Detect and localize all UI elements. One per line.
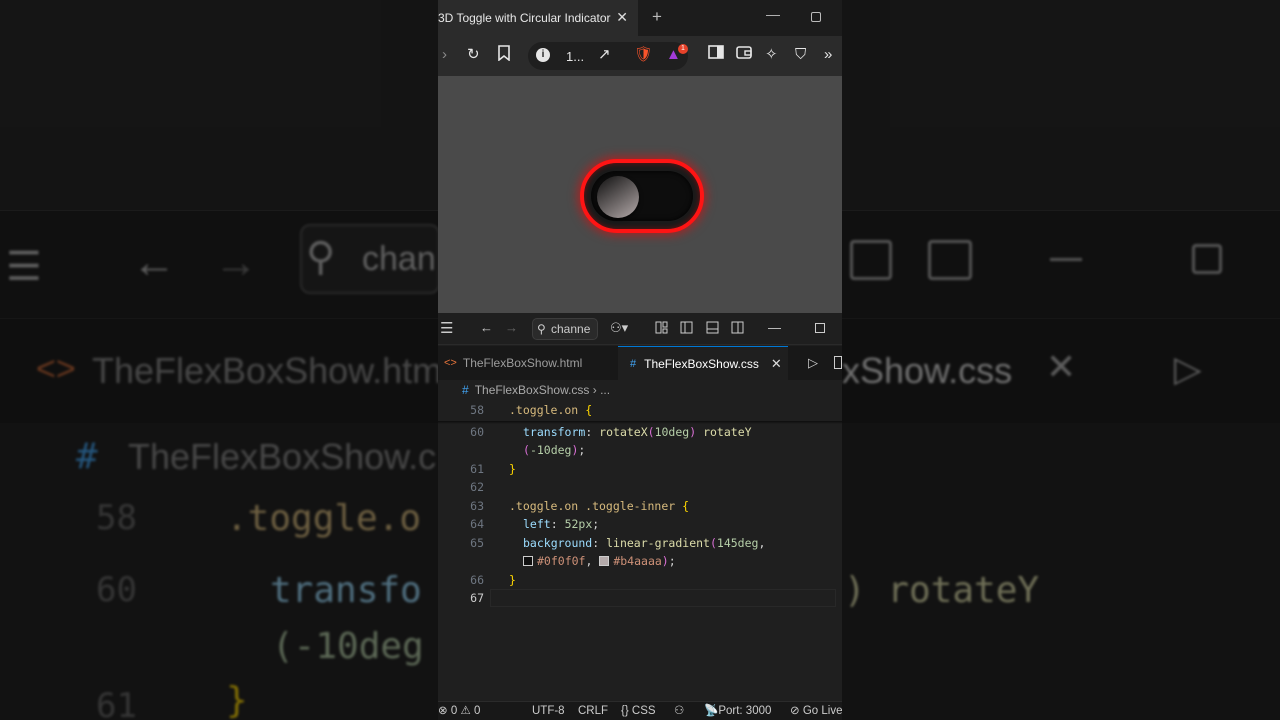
tab-title: 3D Toggle with Circular Indicator [438,11,611,25]
line-number: 62 [470,480,484,494]
line-number: 67 [470,591,484,605]
code-line-58: .toggle.on { [509,403,593,417]
toggle-secondary-sidebar-icon[interactable] [731,321,744,338]
search-text: channe [551,322,591,336]
line-number: 58 [470,403,484,417]
line-number: 61 [470,462,484,476]
info-icon: i [536,48,550,62]
css-file-icon: # [462,383,469,397]
html-file-icon: <> [444,357,457,369]
broadcast-icon: 📡 [704,705,719,717]
vpn-icon[interactable]: ⛉ [795,45,806,65]
code-line-60: transform: rotateX(10deg) rotateY [523,425,752,439]
screen: ☰ ← → ⚲ chan <> TheFlexBoxShow.htm xShow… [0,0,1280,720]
code-line-66: } [509,573,516,587]
css-file-icon: # [630,357,637,370]
brave-shield-icon[interactable]: 🛡 [634,45,653,65]
new-tab-button[interactable]: + [652,7,662,27]
vscode-titlebar: ☰ ← → ⚲ channe ⚇▾ — [438,313,842,345]
code-line-65: background: linear-gradient(145deg, [523,536,766,550]
tab-html-label: TheFlexBoxShow.html [462,356,583,370]
forward-icon[interactable]: › [442,45,447,65]
wallet-icon[interactable] [736,45,752,65]
minimize-icon[interactable]: — [766,6,780,22]
toggle-sidebar-icon[interactable] [680,321,693,338]
code-line-63: .toggle.on .toggle-inner { [509,499,690,513]
editor-tabs: <> TheFlexBoxShow.html # TheFlexBoxShow.… [438,346,842,380]
breadcrumb-chevron-icon: › [592,383,601,397]
color-swatch[interactable] [523,556,533,566]
line-number: 64 [470,517,484,531]
command-search[interactable]: ⚲ channe [532,318,598,340]
problems-indicator[interactable]: ⊗ 0 ⚠ 0 [438,702,480,720]
breadcrumb-file: TheFlexBoxShow.css [474,383,590,397]
search-icon: ⚲ [537,322,546,336]
maximize-icon[interactable] [815,323,825,333]
bookmark-icon[interactable] [497,45,511,67]
copilot-status-icon[interactable]: ⚇ [674,702,684,720]
notification-badge: 1 [678,44,688,54]
browser-titlebar: 3D Toggle with Circular Indicator ✕ + — [438,0,842,36]
more-chevron-icon[interactable]: » [824,45,832,65]
breadcrumb-more: ... [600,383,611,397]
warning-icon: ⚠ [460,705,471,717]
toggle-knob[interactable] [597,176,639,218]
line-number: 60 [470,425,484,439]
eol-indicator[interactable]: CRLF [578,702,608,720]
go-live-button[interactable]: ⊘ Go Live [790,702,842,720]
maximize-icon[interactable] [811,12,821,22]
page-viewport [438,76,842,313]
line-number: 65 [470,536,484,550]
minimize-icon[interactable]: — [768,320,781,336]
browser-toolbar: › ↻ i 1... ↗ 🛡 ▲ 1 ✧ ⛉ » [438,36,842,76]
current-line-highlight [490,589,836,607]
line-number: 66 [470,573,484,587]
reload-icon[interactable]: ↻ [467,45,480,65]
split-editor-icon[interactable] [834,356,842,369]
screen-panel: 3D Toggle with Circular Indicator ✕ + — … [438,0,842,720]
back-icon[interactable]: ← [480,320,493,336]
run-icon[interactable]: ▷ [808,355,818,371]
live-icon: ⊘ [790,705,800,717]
braces-icon: {} [621,705,629,717]
code-editor[interactable]: 58 .toggle.on { 60 transform: rotateX(10… [438,401,842,701]
breadcrumb[interactable]: # TheFlexBoxShow.css › ... [438,380,842,400]
address-text: 1... [566,49,585,64]
code-line-60-wrap: (-10deg); [523,443,586,457]
tab-css-file[interactable]: # TheFlexBoxShow.css ✕ [618,346,788,380]
customize-layout-icon[interactable] [655,321,668,338]
code-line-61: } [509,462,516,476]
code-line-65-wrap: #0f0f0f, #b4aaaa); [523,554,676,568]
toggle-panel-icon[interactable] [706,321,719,338]
tab-close-icon[interactable]: ✕ [616,9,628,26]
toggle-track [591,171,693,221]
color-swatch[interactable] [599,556,610,566]
status-bar: ⊗ 0 ⚠ 0 UTF-8 CRLF {} CSS ⚇ 📡Port: 3000 … [438,701,842,720]
browser-tab[interactable]: 3D Toggle with Circular Indicator ✕ [438,0,638,36]
menu-icon[interactable]: ☰ [440,321,453,337]
line-number: 63 [470,499,484,513]
share-icon[interactable]: ↗ [598,45,611,65]
error-icon: ⊗ [438,705,448,717]
forward-icon[interactable]: → [505,320,518,336]
toggle-switch[interactable] [580,159,704,233]
encoding-indicator[interactable]: UTF-8 [532,702,565,720]
sidebar-icon[interactable] [708,45,724,65]
tab-html-file[interactable]: <> TheFlexBoxShow.html [444,346,582,380]
port-indicator[interactable]: 📡Port: 3000 [704,702,771,720]
tab-css-label: TheFlexBoxShow.css [644,356,759,371]
code-line-64: left: 52px; [523,517,600,531]
tab-close-icon[interactable]: ✕ [771,356,782,372]
leo-ai-icon[interactable]: ✧ [765,45,778,65]
copilot-icon[interactable]: ⚇▾ [610,320,628,336]
address-bar[interactable]: i 1... ↗ 🛡 ▲ [528,42,688,70]
language-indicator[interactable]: {} CSS [621,702,656,720]
